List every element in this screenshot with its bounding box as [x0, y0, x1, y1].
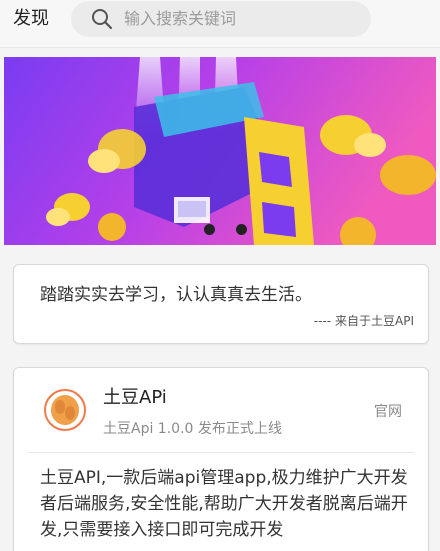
- banner-carousel[interactable]: [4, 57, 436, 245]
- quote-card: 踏踏实实去学习，认认真真去生活。 ---- 来自于土豆API: [13, 264, 429, 344]
- carousel-indicators: [204, 224, 264, 236]
- divider: [28, 452, 414, 453]
- page-title: 发现: [13, 8, 49, 29]
- app-version: 土豆Api 1.0.0 发布正式上线: [103, 421, 282, 437]
- potato-logo-icon: [44, 389, 86, 431]
- search-placeholder: 输入搜索关键词: [124, 9, 237, 28]
- banner-image: [4, 57, 436, 245]
- official-site-link[interactable]: 官网: [374, 402, 402, 422]
- carousel-dot[interactable]: [204, 224, 215, 235]
- quote-text: 踏踏实实去学习，认认真真去生活。: [40, 285, 312, 305]
- app-description: 土豆API,一款后端api管理app,极力维护广大开发者后端服务,安全性能,帮助…: [40, 468, 408, 540]
- app-name: 土豆APi: [103, 387, 167, 408]
- top-bar: 发现 输入搜索关键词: [0, 0, 440, 48]
- quote-source: ---- 来自于土豆API: [313, 314, 414, 328]
- app-card[interactable]: 土豆APi 土豆Api 1.0.0 发布正式上线 官网 土豆API,一款后端ap…: [13, 367, 429, 551]
- search-icon: [92, 9, 113, 30]
- search-input[interactable]: 输入搜索关键词: [71, 1, 371, 37]
- carousel-dot-active[interactable]: [236, 224, 247, 235]
